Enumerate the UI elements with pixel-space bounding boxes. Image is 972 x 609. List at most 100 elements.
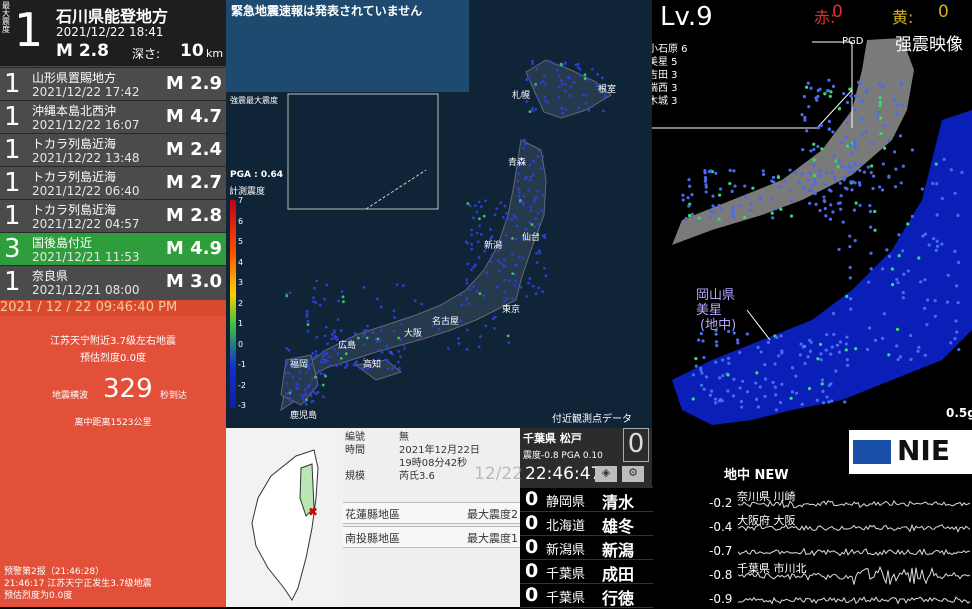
japan-seismic-map[interactable]: 緊急地震速報は発表されていません 強震最大震度 PGA : 0.64 計測震度 …: [226, 0, 652, 428]
station-dot: [311, 388, 315, 392]
motion-dot: [827, 400, 831, 404]
taiwan-map[interactable]: ✖: [226, 428, 343, 607]
motion-dot: [819, 352, 823, 356]
station-dot: [523, 177, 527, 181]
station-dot: [583, 77, 587, 80]
motion-dot: [790, 366, 795, 370]
motion-dot: [714, 360, 718, 364]
motion-dot: [837, 159, 841, 163]
motion-dot: [790, 199, 794, 203]
taiwan-area-row[interactable]: 南投縣地區 最大震度1: [343, 526, 520, 548]
station-intensity: 0: [623, 428, 649, 462]
station-dot: [535, 67, 539, 71]
motion-dot: [697, 216, 701, 220]
station-dot: [557, 96, 561, 99]
motion-dot: [761, 172, 766, 177]
taiwan-area-row[interactable]: 花蓮縣地區 最大震度2: [343, 502, 520, 524]
station-dot: [536, 97, 540, 101]
station-dot: [534, 217, 538, 221]
station-dot: [386, 359, 390, 363]
quake-list-item[interactable]: 1 沖縄本島北西沖 2021/12/22 16:07 M 4.7: [0, 100, 226, 134]
station-dot: [302, 399, 306, 403]
station-dot: [555, 68, 559, 72]
scale-tick: 2: [238, 298, 244, 308]
station-dot: [371, 331, 375, 335]
motion-dot: [901, 164, 905, 168]
quake-list-item[interactable]: 1 山形県置賜地方 2021/12/22 17:42 M 2.9: [0, 67, 226, 101]
motion-dot: [807, 105, 811, 109]
station-dot: [572, 80, 576, 84]
motion-dot: [812, 163, 816, 167]
city-label: 青森: [508, 158, 527, 168]
motion-dot: [717, 203, 721, 208]
max-intensity-label: 最大震度: [2, 1, 10, 34]
quake-list-item[interactable]: 1 奈良県 2021/12/21 08:00 M 3.0: [0, 265, 226, 299]
motion-dot: [860, 99, 864, 103]
motion-dot: [848, 265, 852, 270]
motion-dot: [739, 399, 743, 404]
quake-list-item[interactable]: 1 トカラ列島近海 2021/12/22 06:40 M 2.7: [0, 166, 226, 200]
motion-dot: [953, 191, 957, 195]
strong-motion-panel: Lv.9 赤: 0 黄: 0 PGD 强震映像 小石原 6 美星 5 吉田 3 瑞西 …: [652, 0, 972, 486]
station-dot: [586, 77, 590, 81]
station-dot: [493, 213, 497, 217]
motion-dot: [730, 189, 734, 193]
station-dot: [325, 283, 329, 287]
station-dot: [465, 297, 469, 300]
info-key: 時間: [345, 445, 365, 456]
motion-dot: [690, 192, 694, 197]
motion-dot: [842, 92, 846, 96]
motion-dot: [802, 186, 806, 190]
motion-dot: [711, 204, 715, 208]
motion-dot: [774, 408, 779, 412]
station-dot: [305, 313, 309, 317]
motion-dot: [754, 397, 759, 401]
motion-dot: [777, 354, 781, 358]
motion-dot: [780, 382, 784, 386]
station-dot: [596, 73, 600, 76]
station-dot: [294, 382, 298, 386]
station-dot: [482, 294, 486, 298]
motion-dot: [758, 197, 762, 201]
motion-dot: [726, 373, 730, 377]
station-dot: [544, 82, 547, 86]
station-dot: [319, 372, 323, 376]
station-dot: [401, 284, 405, 287]
station-dot: [363, 332, 367, 336]
motion-dot: [719, 207, 723, 211]
latest-quake-card[interactable]: 最大震度 1 石川県能登地方 2021/12/22 18:41 M 2.8 深さ…: [0, 0, 226, 66]
motion-dot: [806, 81, 810, 85]
station-dot: [339, 329, 343, 332]
station-dot: [470, 228, 473, 232]
station-dot: [516, 179, 520, 183]
station-row[interactable]: 0 千葉県 成田: [520, 560, 653, 584]
quake-list-item[interactable]: 1 トカラ列島近海 2021/12/22 04:57 M 2.8: [0, 199, 226, 233]
station-dot: [533, 225, 536, 228]
quake-list-item[interactable]: 1 トカラ列島近海 2021/12/22 13:48 M 2.4: [0, 133, 226, 167]
latest-magnitude: M 2.8: [56, 41, 109, 61]
station-dot: [358, 366, 362, 370]
latest-intensity: 1: [14, 3, 44, 57]
station-row[interactable]: 0 北海道 雄冬: [520, 512, 653, 536]
quake-list-item[interactable]: 3 国後島付近 2021/12/21 11:53 M 4.9: [0, 232, 226, 266]
station-dot: [388, 350, 392, 354]
station-row[interactable]: 0 静岡県 清水: [520, 488, 653, 512]
motion-dot: [900, 102, 904, 106]
station-dot: [284, 371, 288, 375]
station-dot: [478, 217, 481, 221]
city-label: 福岡: [290, 360, 309, 370]
station-row[interactable]: 0 新潟県 新潟: [520, 536, 653, 560]
station-dot: [543, 95, 547, 99]
settings-icon[interactable]: ⚙: [622, 466, 644, 482]
locate-icon[interactable]: ◈: [595, 466, 617, 482]
station-dot: [285, 360, 289, 364]
motion-dot: [744, 195, 748, 199]
epicenter-marker: ✖: [308, 505, 318, 519]
motion-dot: [810, 189, 814, 193]
station-dot: [336, 318, 340, 321]
station-row[interactable]: 0 千葉県 行徳: [520, 584, 653, 608]
motion-dot: [778, 400, 783, 405]
station-dot: [584, 101, 588, 105]
station-dot: [337, 299, 341, 303]
station-dot: [303, 388, 307, 392]
